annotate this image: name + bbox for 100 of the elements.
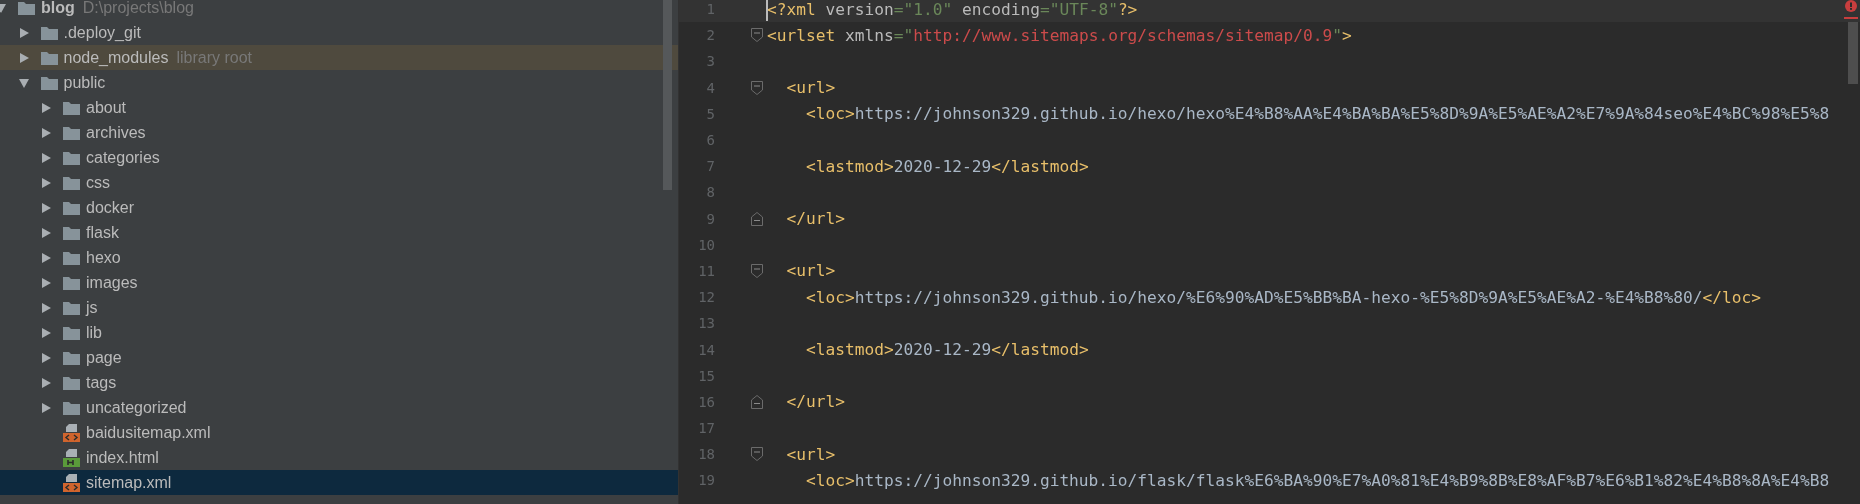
item-name: about [86, 98, 127, 117]
folder-icon [63, 375, 80, 390]
tree-item[interactable]: node_modules library root [0, 45, 678, 70]
fold-icon[interactable] [751, 263, 763, 278]
folder-icon [40, 25, 58, 40]
fold-icon[interactable] [751, 447, 763, 462]
tree-item[interactable]: lib [0, 320, 678, 345]
folder-icon [63, 275, 80, 290]
collapsed-arrow-icon[interactable] [41, 277, 51, 288]
folder-icon [63, 225, 80, 240]
code-token: xmlns [843, 25, 894, 45]
collapsed-arrow-icon[interactable] [41, 102, 51, 113]
fold-icon[interactable] [751, 80, 763, 95]
fold-icon[interactable] [751, 28, 763, 43]
xml-file-icon [63, 473, 80, 492]
tree-item[interactable]: js [0, 295, 678, 320]
code-token: https://johnson329.github.io/hexo/hexo%E4%B8%AA%E4%BA%BA%E5%8D%9A%E5%AE%A2%E7%9A%84seo%E4%BC%98%E5%8 [854, 104, 1830, 124]
item-name: hexo [86, 248, 121, 267]
tree-item[interactable]: css [0, 170, 678, 195]
line-number: 14 [697, 341, 715, 358]
tree-item[interactable]: images [0, 270, 678, 295]
line-number: 16 [697, 393, 715, 410]
collapsed-arrow-icon[interactable] [41, 402, 51, 413]
code-token: > [1342, 25, 1352, 45]
folder-icon [40, 75, 58, 90]
collapsed-arrow-icon[interactable] [41, 152, 51, 163]
tree-item[interactable]: public [0, 70, 678, 95]
folder-icon [63, 325, 80, 340]
collapsed-arrow-icon[interactable] [18, 27, 29, 38]
item-name: categories [86, 148, 160, 167]
error-icon[interactable] [1844, 0, 1858, 20]
scrollbar-thumb[interactable] [663, 0, 672, 190]
item-name: baidusitemap.xml [86, 423, 211, 442]
collapsed-arrow-icon[interactable] [18, 52, 29, 63]
folder-icon [63, 400, 80, 415]
code-token: </lastmod> [991, 156, 1089, 176]
folder-icon [40, 50, 58, 65]
html-file-icon [63, 448, 80, 467]
line-number: 9 [705, 210, 715, 227]
line-number: 5 [705, 105, 715, 122]
collapsed-arrow-icon[interactable] [41, 227, 51, 238]
tree-item[interactable]: hexo [0, 245, 678, 270]
item-name: .deploy_git [63, 23, 141, 42]
code-token: <url> [785, 444, 836, 464]
collapsed-arrow-icon[interactable] [41, 202, 51, 213]
folder-icon [18, 0, 35, 15]
tree-item[interactable]: index.html [0, 445, 678, 470]
code-token: http://www.sitemaps.org/schemas/sitemap/0.9 [913, 25, 1333, 45]
tree-item[interactable]: flask [0, 220, 678, 245]
tree-item[interactable]: docker [0, 195, 678, 220]
item-name: sitemap.xml [86, 473, 172, 492]
code-token: https://johnson329.github.io/flask/flask%E6%BA%90%E7%A0%81%E4%B9%8B%E8%AF%B7%E6%B1%82%E4%B8%8A%E4%B8 [854, 470, 1830, 490]
text-caret [766, 0, 768, 22]
tree-item[interactable]: uncategorized [0, 395, 678, 420]
item-name: uncategorized [86, 398, 187, 417]
code-token: <lastmod> [804, 340, 894, 360]
line-number: 8 [705, 184, 715, 201]
collapsed-arrow-icon[interactable] [41, 302, 51, 313]
code-token: 2020-12-29 [893, 156, 992, 176]
tree-item[interactable]: baidusitemap.xml [0, 420, 678, 445]
unfold-icon[interactable] [751, 211, 763, 226]
scrollbar-thumb[interactable] [1848, 22, 1858, 84]
tree-item[interactable]: page [0, 345, 678, 370]
line-number: 13 [697, 315, 715, 332]
folder-icon [63, 350, 80, 365]
collapsed-arrow-icon[interactable] [41, 127, 51, 138]
tree-item[interactable]: about [0, 95, 678, 120]
item-name: images [86, 273, 138, 292]
code-token: ="1.0" [893, 0, 953, 19]
tree-item[interactable]: archives [0, 120, 678, 145]
collapsed-arrow-icon[interactable] [41, 377, 51, 388]
tree-item[interactable]: tags [0, 370, 678, 395]
collapsed-arrow-icon[interactable] [41, 177, 51, 188]
folder-icon [63, 250, 80, 265]
folder-icon [63, 175, 80, 190]
code-token: ?> [1117, 0, 1138, 19]
code-token: 2020-12-29 [893, 340, 992, 360]
tree-item[interactable]: sitemap.xml [0, 470, 678, 495]
tree-item[interactable]: .deploy_git [0, 20, 678, 45]
code-token: ="UTF-8" [1039, 0, 1118, 19]
code-token: =" [893, 25, 914, 45]
folder-icon [63, 300, 80, 315]
collapsed-arrow-icon[interactable] [41, 252, 51, 263]
code-token: <lastmod> [804, 156, 894, 176]
tree-item[interactable]: blog D:\projects\blog [0, 0, 678, 20]
code-token: https://johnson329.github.io/hexo/%E6%90%AD%E5%BB%BA-hexo-%E5%8D%9A%E5%AE%A2-%E4%B8%80/ [854, 287, 1703, 307]
expanded-arrow-icon[interactable] [18, 77, 29, 88]
code-token: </lastmod> [991, 340, 1089, 360]
line-number: 7 [705, 158, 715, 175]
collapsed-arrow-icon[interactable] [41, 352, 51, 363]
folder-icon [63, 150, 80, 165]
unfold-icon[interactable] [751, 394, 763, 409]
item-name: index.html [86, 448, 159, 467]
item-hint: D:\projects\blog [82, 0, 194, 17]
item-name: archives [86, 123, 146, 142]
collapsed-arrow-icon[interactable] [41, 327, 51, 338]
tree-item[interactable]: categories [0, 145, 678, 170]
item-name: public [63, 73, 106, 92]
item-name: js [86, 298, 98, 317]
code-token: </loc> [1702, 287, 1762, 307]
